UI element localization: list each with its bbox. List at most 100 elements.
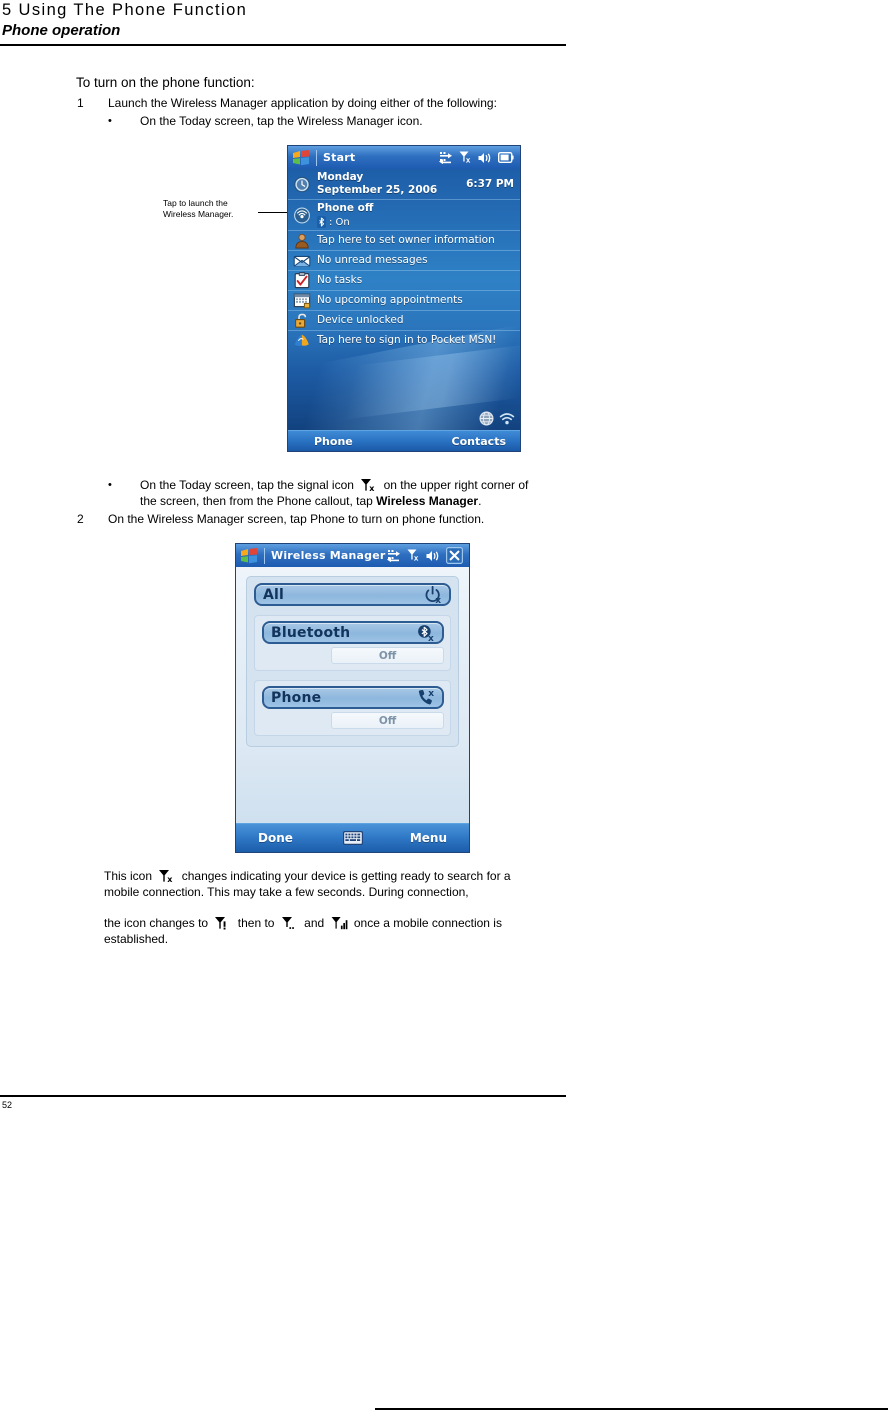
page-number: 52	[2, 1100, 13, 1110]
today-date-day: Monday	[317, 171, 364, 183]
wm-item-all[interactable]: All x	[254, 583, 451, 606]
wm-item-bluetooth[interactable]: Bluetooth x	[262, 621, 444, 644]
start-flag-icon[interactable]	[240, 547, 260, 564]
wireless-manager-icon	[294, 207, 310, 223]
bullet-glyph: •	[108, 479, 112, 491]
bluetooth-icon	[317, 216, 326, 228]
today-titlebar-icons	[439, 151, 516, 164]
callout-label: Tap to launch the Wireless Manager.	[163, 198, 259, 219]
wm-body: All x Bluetooth x Off Phone x Off	[236, 567, 469, 823]
today-row-pocket-msn[interactable]: Tap here to sign in to Pocket MSN!	[288, 331, 520, 350]
svg-text:x: x	[168, 875, 174, 883]
today-screen-screenshot: Start Monday September 25, 2006 6:37 PM …	[287, 145, 521, 452]
owner-icon	[295, 233, 309, 249]
final-note-block: This icon x changes indicating your devi…	[104, 868, 532, 947]
instructions-heading: To turn on the phone function:	[76, 75, 255, 90]
today-row-wireless-manager[interactable]: Phone off : On	[288, 200, 520, 231]
close-icon[interactable]	[446, 547, 463, 564]
volume-icon[interactable]	[478, 152, 492, 164]
titlebar-separator	[316, 149, 317, 166]
instructions-block: To turn on the phone function: 1 Launch …	[76, 74, 546, 131]
signal-no-service-icon: x	[158, 869, 175, 883]
chapter-title: 5 Using The Phone Function	[2, 1, 248, 19]
callout-line-1: Tap to launch the	[163, 198, 228, 208]
today-row-lock[interactable]: Device unlocked	[288, 311, 520, 331]
start-flag-icon[interactable]	[292, 149, 312, 166]
signal-connected-icon	[331, 916, 348, 930]
volume-icon[interactable]	[426, 550, 440, 562]
phone-off-icon: x	[418, 689, 434, 704]
globe-icon[interactable]	[479, 411, 494, 426]
today-row-messaging[interactable]: No unread messages	[288, 251, 520, 271]
step-1-text: Launch the Wireless Manager application …	[108, 96, 497, 110]
wm-group-bluetooth: Bluetooth x Off	[254, 615, 451, 671]
today-pocket-msn-text: Tap here to sign in to Pocket MSN!	[317, 334, 497, 346]
section-title: Phone operation	[2, 22, 121, 39]
softkey-contacts[interactable]: Contacts	[452, 435, 506, 448]
tasks-icon	[294, 272, 310, 289]
step-1b-prefix: On the Today screen, tap the signal icon	[140, 478, 354, 492]
wm-panel: All x Bluetooth x Off Phone x Off	[246, 576, 459, 747]
wm-softkey-bar: Done Menu	[236, 823, 469, 852]
wireless-manager-screenshot: Wireless Manager All x Bluetooth x Off P…	[235, 543, 470, 853]
svg-text:x: x	[369, 484, 375, 492]
header-divider	[0, 44, 566, 46]
battery-icon[interactable]	[498, 152, 514, 163]
today-row-owner[interactable]: Tap here to set owner information	[288, 231, 520, 251]
step-1-number: 1	[77, 96, 84, 110]
signal-no-service-icon[interactable]	[407, 549, 420, 562]
today-owner-text: Tap here to set owner information	[317, 234, 495, 246]
titlebar-separator	[264, 547, 265, 564]
pocket-msn-icon	[294, 334, 309, 346]
callout-line-2: Wireless Manager.	[163, 208, 234, 219]
wm-bluetooth-status-text: Off	[378, 649, 397, 662]
connectivity-icon[interactable]	[387, 549, 401, 562]
today-row-calendar[interactable]: No upcoming appointments	[288, 291, 520, 311]
step-1b-suffix: .	[478, 494, 482, 508]
final-note-p2-mid1: then to	[237, 916, 275, 930]
connectivity-icon[interactable]	[439, 151, 453, 164]
step-2: 2 On the Wireless Manager screen, tap Ph…	[76, 511, 546, 527]
power-off-icon: x	[425, 585, 441, 604]
bullet-glyph: •	[108, 115, 112, 127]
wifi-icon[interactable]	[499, 412, 515, 425]
softkey-menu[interactable]: Menu	[410, 831, 447, 845]
step-1a-text: On the Today screen, tap the Wireless Ma…	[140, 114, 423, 128]
clock-icon	[294, 176, 310, 192]
final-note-paragraph-1: This icon x changes indicating your devi…	[104, 868, 532, 900]
wm-phone-status-text: Off	[378, 714, 397, 727]
page-header: 5 Using The Phone Function Phone operati…	[0, 0, 566, 46]
wm-group-phone: Phone x Off	[254, 680, 451, 736]
today-date-full: September 25, 2006	[317, 184, 438, 196]
svg-text:x: x	[435, 596, 441, 604]
wm-bluetooth-status: Off	[331, 647, 444, 664]
keyboard-icon[interactable]	[342, 831, 363, 845]
today-row-tasks[interactable]: No tasks	[288, 271, 520, 291]
signal-connecting-icon	[281, 916, 298, 930]
wm-item-all-label: All	[263, 586, 285, 603]
wm-item-phone-label: Phone	[271, 689, 322, 706]
step-2-text: On the Wireless Manager screen, tap Phon…	[108, 512, 485, 526]
today-row-date[interactable]: Monday September 25, 2006 6:37 PM	[288, 169, 520, 200]
wm-titlebar-icons	[387, 547, 465, 564]
step-1b: • On the Today screen, tap the signal ic…	[76, 477, 546, 509]
wm-titlebar: Wireless Manager	[236, 544, 469, 567]
softkey-phone[interactable]: Phone	[314, 435, 353, 448]
today-softkey-bar: Phone Contacts	[288, 430, 520, 451]
bluetooth-off-icon: x	[418, 624, 434, 642]
today-tasks-text: No tasks	[317, 274, 363, 286]
svg-text:x: x	[428, 634, 434, 642]
start-label[interactable]: Start	[323, 151, 355, 164]
final-note-p2-mid2: and	[304, 916, 325, 930]
signal-no-service-icon[interactable]	[459, 151, 472, 164]
today-messaging-text: No unread messages	[317, 254, 428, 266]
wm-phone-status: Off	[331, 712, 444, 729]
footer-divider	[0, 1095, 566, 1097]
messaging-icon	[293, 255, 311, 267]
today-bluetooth-status: : On	[329, 216, 350, 228]
softkey-done[interactable]: Done	[258, 831, 293, 845]
today-time: 6:37 PM	[466, 178, 514, 190]
today-titlebar: Start	[288, 146, 520, 169]
wm-item-phone[interactable]: Phone x	[262, 686, 444, 709]
lock-icon	[295, 313, 307, 328]
